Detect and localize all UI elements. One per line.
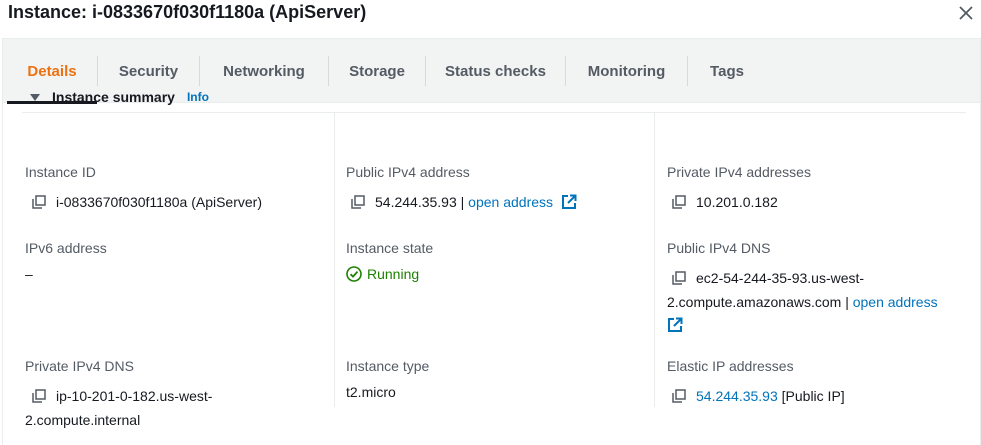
field-public-ipv4: Public IPv4 address 54.244.35.93 | open … — [346, 160, 577, 214]
tab-label: Networking — [223, 62, 305, 80]
field-instance-id: Instance ID i-0833670f030f1180a (ApiServ… — [25, 160, 262, 214]
tab-status-checks[interactable]: Status checks — [426, 39, 565, 103]
instance-type-value: t2.micro — [346, 384, 396, 400]
field-label: Instance state — [346, 240, 434, 256]
field-elastic-ip: Elastic IP addresses 54.244.35.93 [Publi… — [667, 354, 845, 408]
tab-label: Storage — [349, 62, 405, 80]
instance-state-value: Running — [367, 266, 420, 282]
tab-monitoring[interactable]: Monitoring — [566, 39, 687, 103]
field-label: Private IPv4 DNS — [25, 358, 134, 374]
open-address-link[interactable]: open address — [468, 194, 553, 210]
copy-icon[interactable] — [32, 389, 46, 403]
external-link-row — [667, 314, 938, 338]
field-label: Elastic IP addresses — [667, 358, 794, 374]
field-label: Instance ID — [25, 164, 96, 180]
tab-label: Monitoring — [587, 62, 666, 80]
value-line: 54.244.35.93 | open address — [375, 190, 577, 214]
status-running: Running — [346, 262, 433, 286]
field-label: Public IPv4 DNS — [667, 240, 771, 256]
tab-tags[interactable]: Tags — [688, 39, 766, 103]
column-divider — [334, 113, 335, 407]
value-line: 2.compute.amazonaws.com | open address — [667, 290, 938, 314]
tab-label: Tags — [710, 62, 744, 80]
copy-icon[interactable] — [672, 195, 686, 209]
copy-icon[interactable] — [672, 389, 686, 403]
instance-id-value: i-0833670f030f1180a (ApiServer) — [56, 194, 262, 210]
ipv6-value: – — [25, 266, 33, 282]
summary-header: Instance summary Info — [26, 86, 209, 108]
copy-icon[interactable] — [672, 271, 686, 285]
elastic-ip-link[interactable]: 54.244.35.93 — [696, 388, 778, 404]
tab-label: Status checks — [445, 62, 546, 80]
private-ipv4-value: 10.201.0.182 — [696, 194, 778, 210]
public-dns-line2: 2.compute.amazonaws.com — [667, 294, 842, 310]
divider — [22, 112, 966, 113]
check-circle-icon — [346, 266, 362, 282]
section-title: Instance summary — [52, 89, 175, 105]
close-icon — [959, 6, 973, 20]
info-link[interactable]: Info — [187, 90, 209, 104]
field-label: IPv6 address — [25, 240, 107, 256]
caret-down-icon[interactable] — [30, 93, 40, 101]
page-title: Instance: i-0833670f030f1180a (ApiServer… — [8, 2, 367, 22]
separator: | — [845, 294, 849, 310]
public-ipv4-value: 54.244.35.93 — [375, 194, 457, 210]
tab-networking[interactable]: Networking — [200, 39, 328, 103]
modal-header: Instance: i-0833670f030f1180a (ApiServer… — [0, 0, 981, 32]
private-dns-line1: ip-10-201-0-182.us-west- — [56, 388, 213, 404]
tab-label: Security — [118, 62, 179, 80]
field-label: Public IPv4 address — [346, 164, 470, 180]
field-instance-state: Instance state Running — [346, 236, 433, 286]
close-button[interactable] — [953, 0, 979, 26]
field-private-dns: Private IPv4 DNS ip-10-201-0-182.us-west… — [25, 354, 212, 432]
tab-label: Details — [27, 62, 77, 80]
value-line: 54.244.35.93 [Public IP] — [696, 384, 845, 408]
column-divider — [654, 113, 655, 407]
field-ipv6: IPv6 address – — [25, 236, 107, 286]
field-label: Private IPv4 addresses — [667, 164, 811, 180]
copy-icon[interactable] — [351, 195, 365, 209]
public-dns-line1: ec2-54-244-35-93.us-west- — [696, 270, 865, 286]
tab-storage[interactable]: Storage — [329, 39, 425, 103]
field-public-dns: Public IPv4 DNS ec2-54-244-35-93.us-west… — [667, 236, 938, 338]
field-private-ipv4: Private IPv4 addresses 10.201.0.182 — [667, 160, 811, 214]
separator: | — [460, 194, 465, 210]
copy-icon[interactable] — [32, 195, 46, 209]
field-instance-type: Instance type t2.micro — [346, 354, 429, 404]
elastic-ip-suffix: [Public IP] — [781, 388, 845, 404]
field-label: Instance type — [346, 358, 430, 374]
external-link-icon[interactable] — [667, 317, 683, 333]
external-link-icon[interactable] — [561, 194, 577, 210]
open-address-link[interactable]: open address — [853, 294, 938, 310]
private-dns-line2: 2.compute.internal — [25, 412, 141, 428]
